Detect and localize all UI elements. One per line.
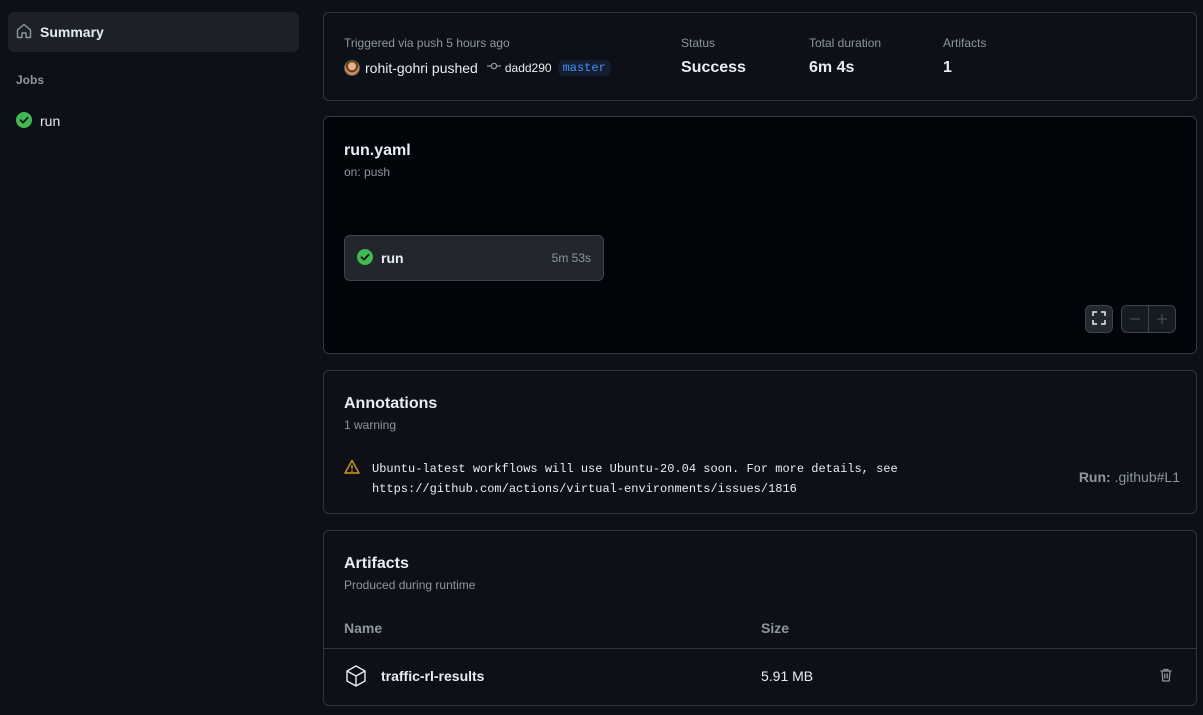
artifact-name-link[interactable]: traffic-rl-results (381, 668, 484, 684)
workflow-graph-card: run.yaml on: push run 5m 53s (323, 116, 1197, 354)
sidebar-job-label: run (40, 113, 61, 129)
package-icon (344, 664, 368, 691)
screen-full-icon (1091, 310, 1107, 329)
workflow-trigger: on: push (344, 165, 391, 179)
table-row: traffic-rl-results 5.91 MB (324, 651, 1196, 703)
commit-sha: dadd290 (504, 60, 552, 75)
annotations-count: 1 warning (344, 418, 397, 432)
run-summary-card: Triggered via push 5 hours ago rohit-goh… (323, 12, 1197, 101)
sidebar-item-job-run[interactable]: run (8, 105, 299, 137)
artifacts-subtitle: Produced during runtime (344, 578, 476, 592)
status-value: Success (681, 59, 746, 76)
annotation-location-prefix: Run: (1078, 469, 1111, 485)
artifact-size: 5.91 MB (761, 668, 814, 684)
duration-value: 6m 4s (809, 59, 855, 76)
artifacts-label: Artifacts (943, 36, 987, 50)
annotation-message-link[interactable]: https://github.com/actions/virtual-envir… (372, 479, 992, 499)
trigger-info: Triggered via push 5 hours ago rohit-goh… (344, 36, 611, 76)
column-header-name: Name (344, 620, 383, 636)
annotation-message-line: Ubuntu-latest workflows will use Ubuntu-… (372, 462, 898, 476)
annotation-location-link[interactable]: Run: .github#L1 (1079, 469, 1180, 485)
trigger-text: Triggered via push 5 hours ago (344, 36, 510, 50)
home-icon (16, 23, 40, 42)
status-label: Status (681, 36, 716, 50)
commit-link[interactable]: dadd290 (486, 59, 552, 76)
zoom-out-button[interactable] (1122, 306, 1148, 332)
sidebar-item-summary[interactable]: Summary (8, 12, 299, 52)
zoom-in-button[interactable] (1149, 306, 1175, 332)
sidebar: Summary Jobs run (0, 0, 308, 715)
artifacts-title: Artifacts (344, 555, 409, 572)
actor-text[interactable]: rohit-gohri pushed (365, 60, 478, 76)
fit-to-screen-button[interactable] (1085, 305, 1113, 333)
artifacts-count[interactable]: 1 (943, 59, 986, 77)
branch-badge[interactable]: master (557, 59, 611, 76)
check-circle-icon (16, 111, 32, 131)
workflow-file-title: run.yaml (344, 142, 411, 159)
annotations-title: Annotations (344, 395, 438, 412)
artifacts-table-header: Name Size (324, 607, 1196, 649)
annotations-card: Annotations 1 warning Ubuntu-latest work… (323, 370, 1197, 514)
duration-info: Total duration 6m 4s (809, 36, 881, 77)
artifacts-card: Artifacts Produced during runtime Name S… (323, 530, 1197, 706)
minus-icon (1130, 318, 1140, 320)
sidebar-item-label: Summary (40, 24, 104, 40)
job-node-duration: 5m 53s (551, 251, 591, 265)
trash-icon[interactable] (1158, 667, 1174, 686)
git-commit-icon (486, 59, 505, 76)
alert-icon (344, 459, 360, 478)
job-node-name: run (381, 250, 404, 266)
status-info: Status Success (681, 36, 746, 77)
annotation-message: Ubuntu-latest workflows will use Ubuntu-… (372, 459, 992, 499)
avatar[interactable] (344, 59, 360, 76)
plus-icon (1156, 314, 1167, 324)
job-node-run[interactable]: run 5m 53s (344, 235, 604, 281)
duration-label: Total duration (809, 36, 882, 50)
annotation-item: Ubuntu-latest workflows will use Ubuntu-… (344, 459, 1180, 499)
zoom-controls (1121, 305, 1176, 333)
check-circle-icon (357, 248, 373, 268)
column-header-size: Size (761, 620, 790, 636)
annotation-location: .github#L1 (1114, 469, 1180, 485)
artifacts-info: Artifacts 1 (943, 36, 986, 77)
jobs-heading: Jobs (16, 73, 45, 87)
